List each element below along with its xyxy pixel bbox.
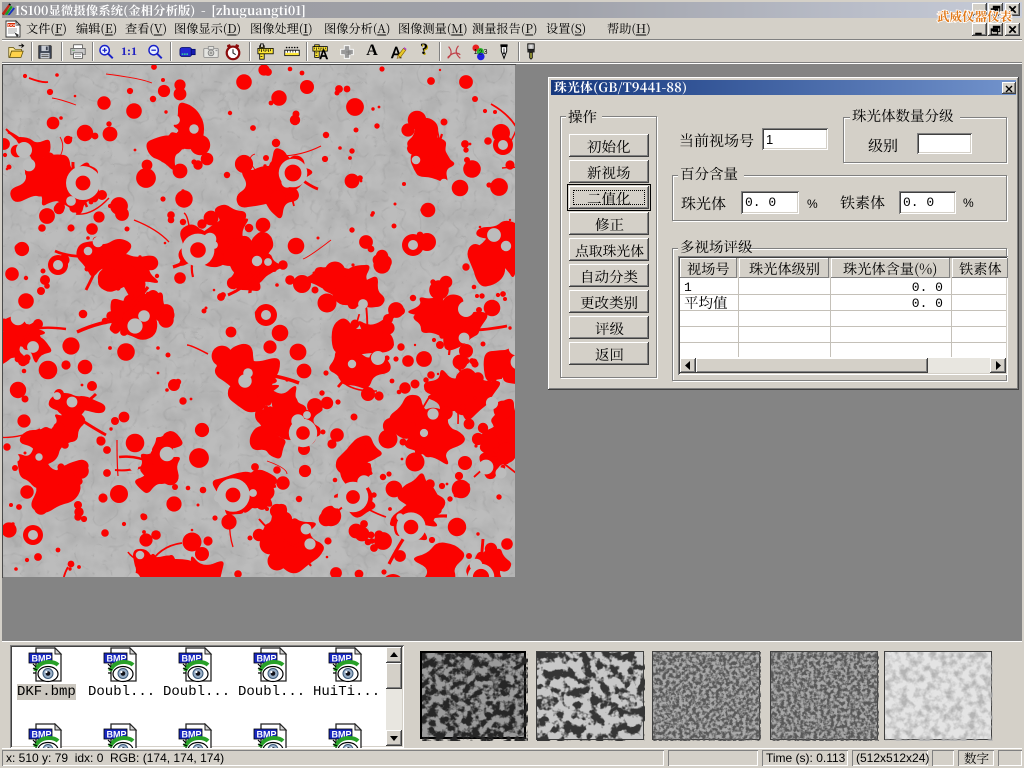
svg-text:1: 1 xyxy=(474,47,478,56)
svg-text:2: 2 xyxy=(479,47,483,56)
svg-text:3: 3 xyxy=(484,47,488,56)
svg-text:DOC: DOC xyxy=(8,23,17,28)
